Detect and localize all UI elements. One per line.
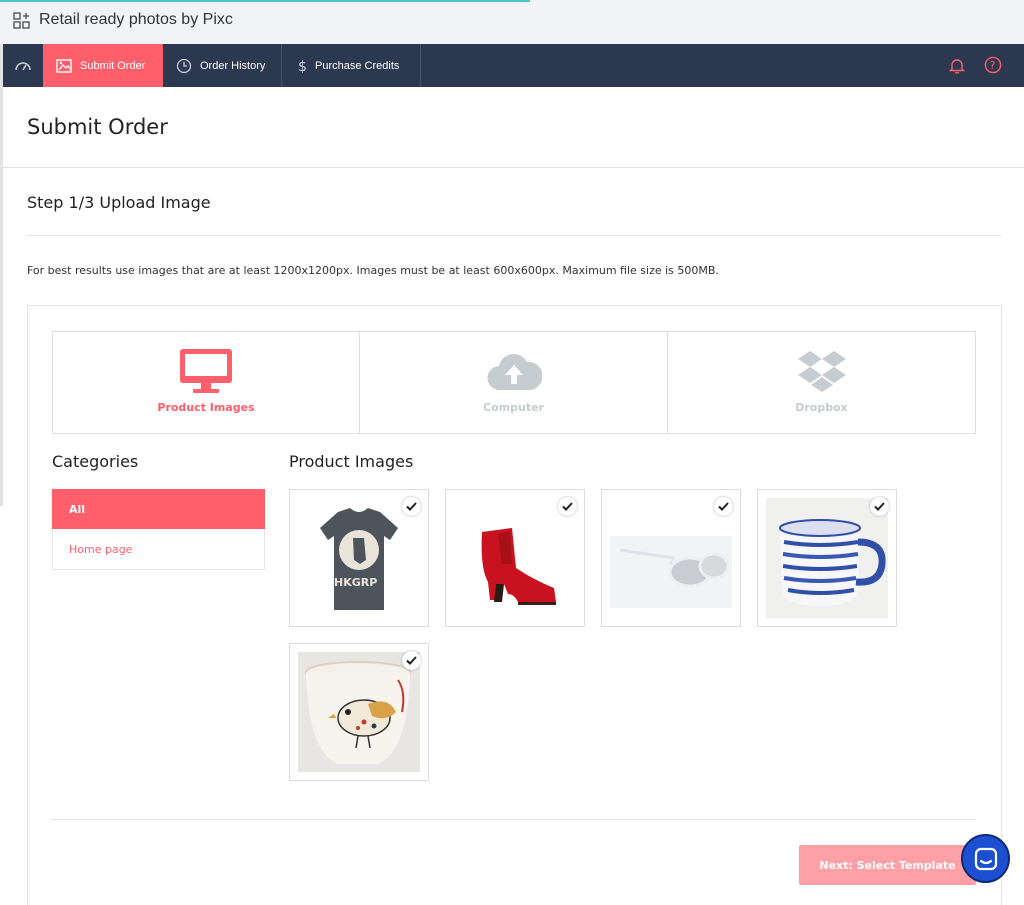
checkmark-icon[interactable] (558, 497, 577, 516)
divider (52, 819, 976, 820)
product-thumb-tshirt[interactable]: HKGRP (289, 489, 429, 627)
checkmark-icon[interactable] (870, 497, 889, 516)
checkmark-icon[interactable] (402, 497, 421, 516)
product-thumb-red-boot[interactable] (445, 489, 585, 627)
product-images-title: Product Images (289, 452, 414, 471)
bell-icon[interactable] (949, 57, 965, 74)
upload-requirements-text: For best results use images that are at … (27, 264, 719, 277)
next-select-template-button[interactable]: Next: Select Template (799, 845, 976, 885)
source-dropbox[interactable]: Dropbox (667, 331, 976, 434)
source-label: Product Images (157, 401, 255, 414)
tab-label: Purchase Credits (315, 59, 400, 72)
apps-icon[interactable] (13, 12, 31, 30)
sunglasses-image (610, 498, 732, 618)
dropbox-icon (797, 351, 846, 392)
divider (27, 235, 1001, 236)
categories-title: Categories (52, 452, 139, 471)
monitor-icon (180, 349, 232, 393)
window-titlebar: Retail ready photos by Pixc (0, 0, 1024, 44)
image-icon (56, 58, 72, 73)
cloud-upload-icon (487, 353, 542, 391)
top-navigation: Submit Order Order History $ Purchase Cr… (3, 44, 1024, 87)
page-title: Submit Order (27, 115, 168, 139)
window-title: Retail ready photos by Pixc (39, 11, 233, 28)
tshirt-print: HKGRP (334, 576, 377, 589)
product-thumb-sunglasses[interactable] (601, 489, 741, 627)
dollar-icon: $ (298, 59, 307, 74)
svg-text:?: ? (990, 59, 996, 72)
tab-label: Submit Order (80, 59, 146, 72)
chat-launcher-button[interactable] (961, 834, 1010, 883)
dashboard-gauge-icon (15, 61, 31, 70)
source-product-images[interactable]: Product Images (52, 331, 360, 434)
clock-icon (176, 58, 192, 73)
checkmark-icon[interactable] (714, 497, 733, 516)
source-label: Dropbox (795, 401, 848, 414)
tab-submit-order[interactable]: Submit Order (43, 44, 163, 87)
red-boot-image (454, 498, 576, 618)
product-thumb-striped-mug[interactable] (757, 489, 897, 627)
tab-label: Order History (200, 59, 266, 72)
category-all[interactable]: All (52, 489, 265, 529)
tshirt-image: HKGRP (298, 498, 420, 618)
help-icon[interactable]: ? (984, 56, 1002, 74)
product-thumb-bird-cup[interactable] (289, 643, 429, 781)
category-home-page[interactable]: Home page (53, 530, 264, 568)
dashboard-button[interactable] (3, 44, 43, 87)
loading-bar (0, 0, 530, 2)
categories-list: All Home page (52, 489, 265, 570)
source-computer[interactable]: Computer (359, 331, 668, 434)
page-header: Submit Order (3, 87, 1024, 168)
chat-icon (974, 847, 997, 870)
step-title: Step 1/3 Upload Image (27, 193, 211, 212)
source-label: Computer (483, 401, 544, 414)
svg-text:$: $ (298, 59, 307, 74)
striped-mug-image (766, 498, 888, 618)
tab-order-history[interactable]: Order History (163, 44, 282, 87)
checkmark-icon[interactable] (402, 651, 421, 670)
tab-purchase-credits[interactable]: $ Purchase Credits (282, 44, 421, 87)
bird-cup-image (298, 652, 420, 772)
